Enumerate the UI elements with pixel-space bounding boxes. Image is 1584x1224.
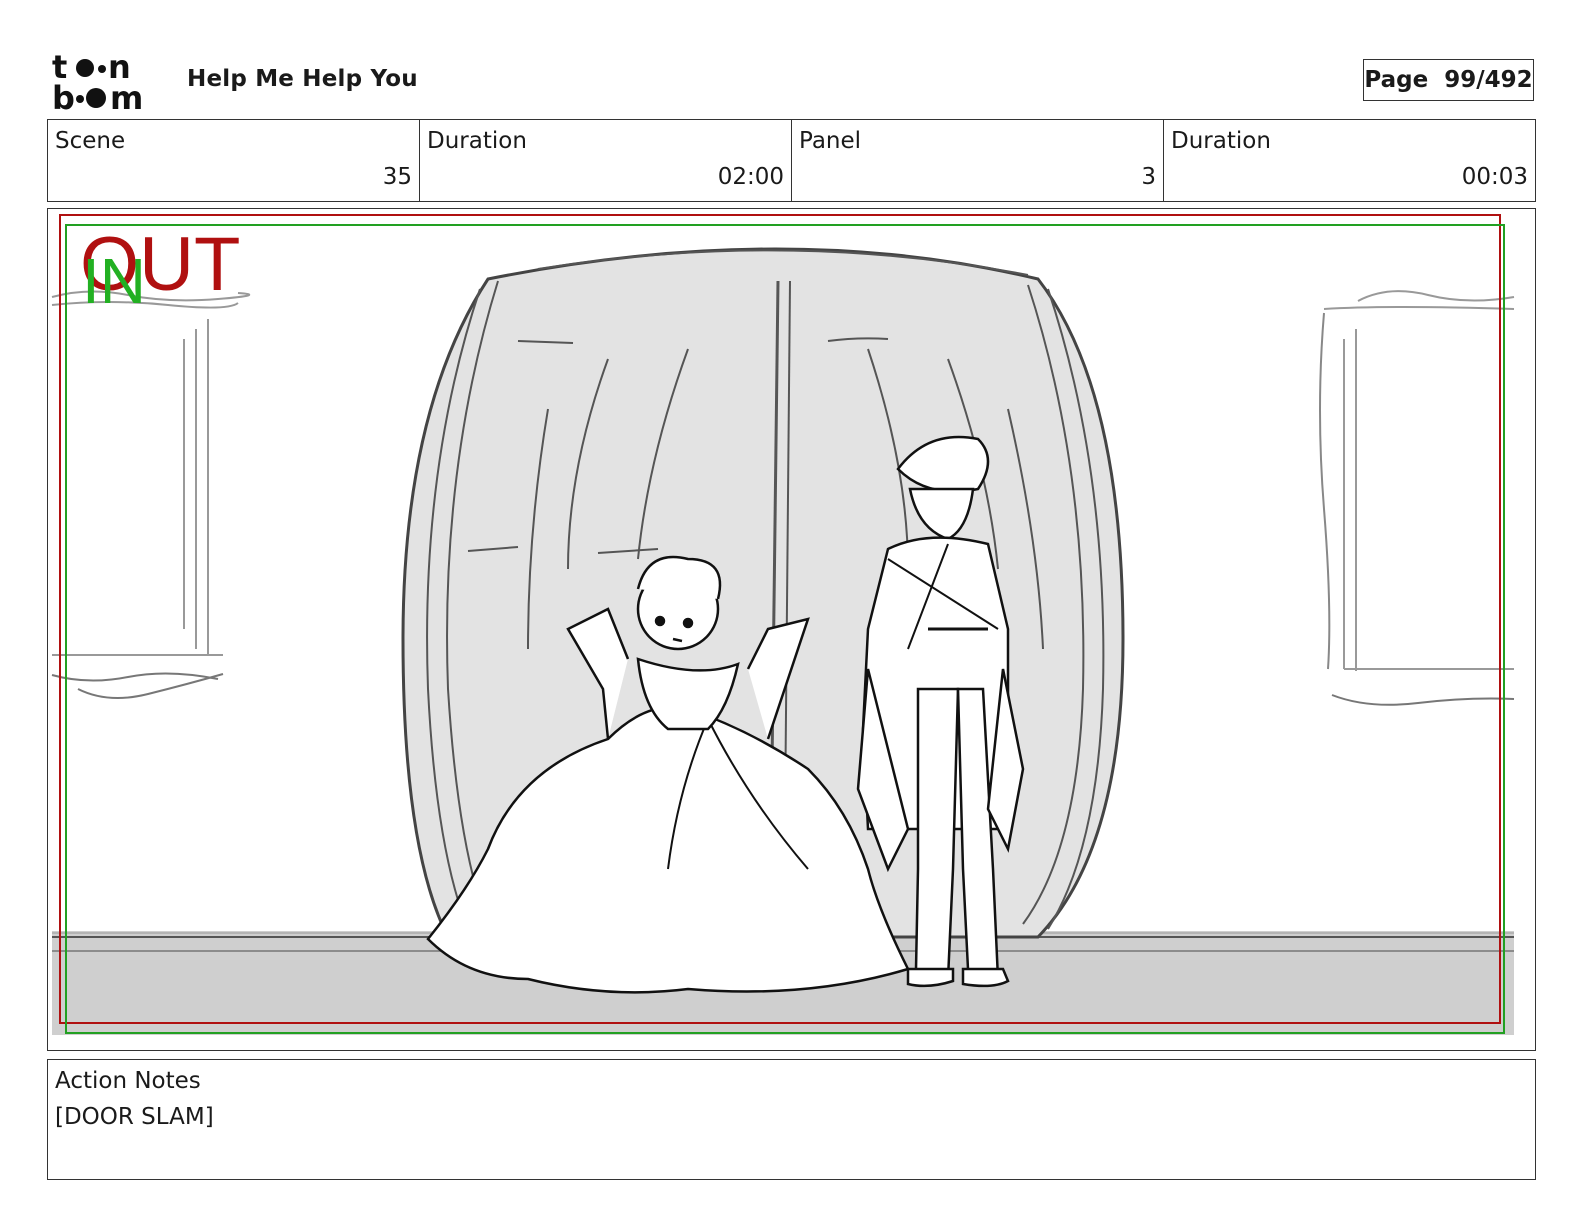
panel-duration-value: 00:03 [1461,164,1528,190]
panel-info-row: Scene 35 Duration 02:00 Panel 3 Duration… [47,119,1536,202]
toon-boom-logo: t n b m [52,52,164,112]
action-notes-label: Action Notes [55,1068,201,1094]
scene-duration-cell: Duration 02:00 [420,120,792,201]
toon-boom-logo-icon: t n b m [52,52,143,112]
storyboard-panel: OUT IN [47,208,1536,1051]
right-window [1319,290,1515,706]
panel-sketch [51,214,1515,1035]
panel-value: 3 [1141,164,1156,190]
scene-label: Scene [55,128,126,154]
svg-text:b: b [52,79,75,112]
scene-duration-value: 02:00 [717,164,784,190]
panel-cell: Panel 3 [792,120,1164,201]
panel-duration-cell: Duration 00:03 [1164,120,1535,201]
panel-duration-label: Duration [1171,128,1271,154]
panel-label: Panel [799,128,862,154]
svg-text:m: m [110,79,143,112]
in-transition-marker: IN [82,245,146,317]
action-notes-box: Action Notes [DOOR SLAM] [47,1059,1536,1180]
page-counter: Page 99/492 [1363,59,1534,101]
action-notes-text: [DOOR SLAM] [55,1104,214,1130]
left-window [51,290,251,699]
scene-cell: Scene 35 [48,120,420,201]
scene-duration-label: Duration [427,128,527,154]
project-title: Help Me Help You [187,66,418,92]
scene-value: 35 [382,164,412,190]
